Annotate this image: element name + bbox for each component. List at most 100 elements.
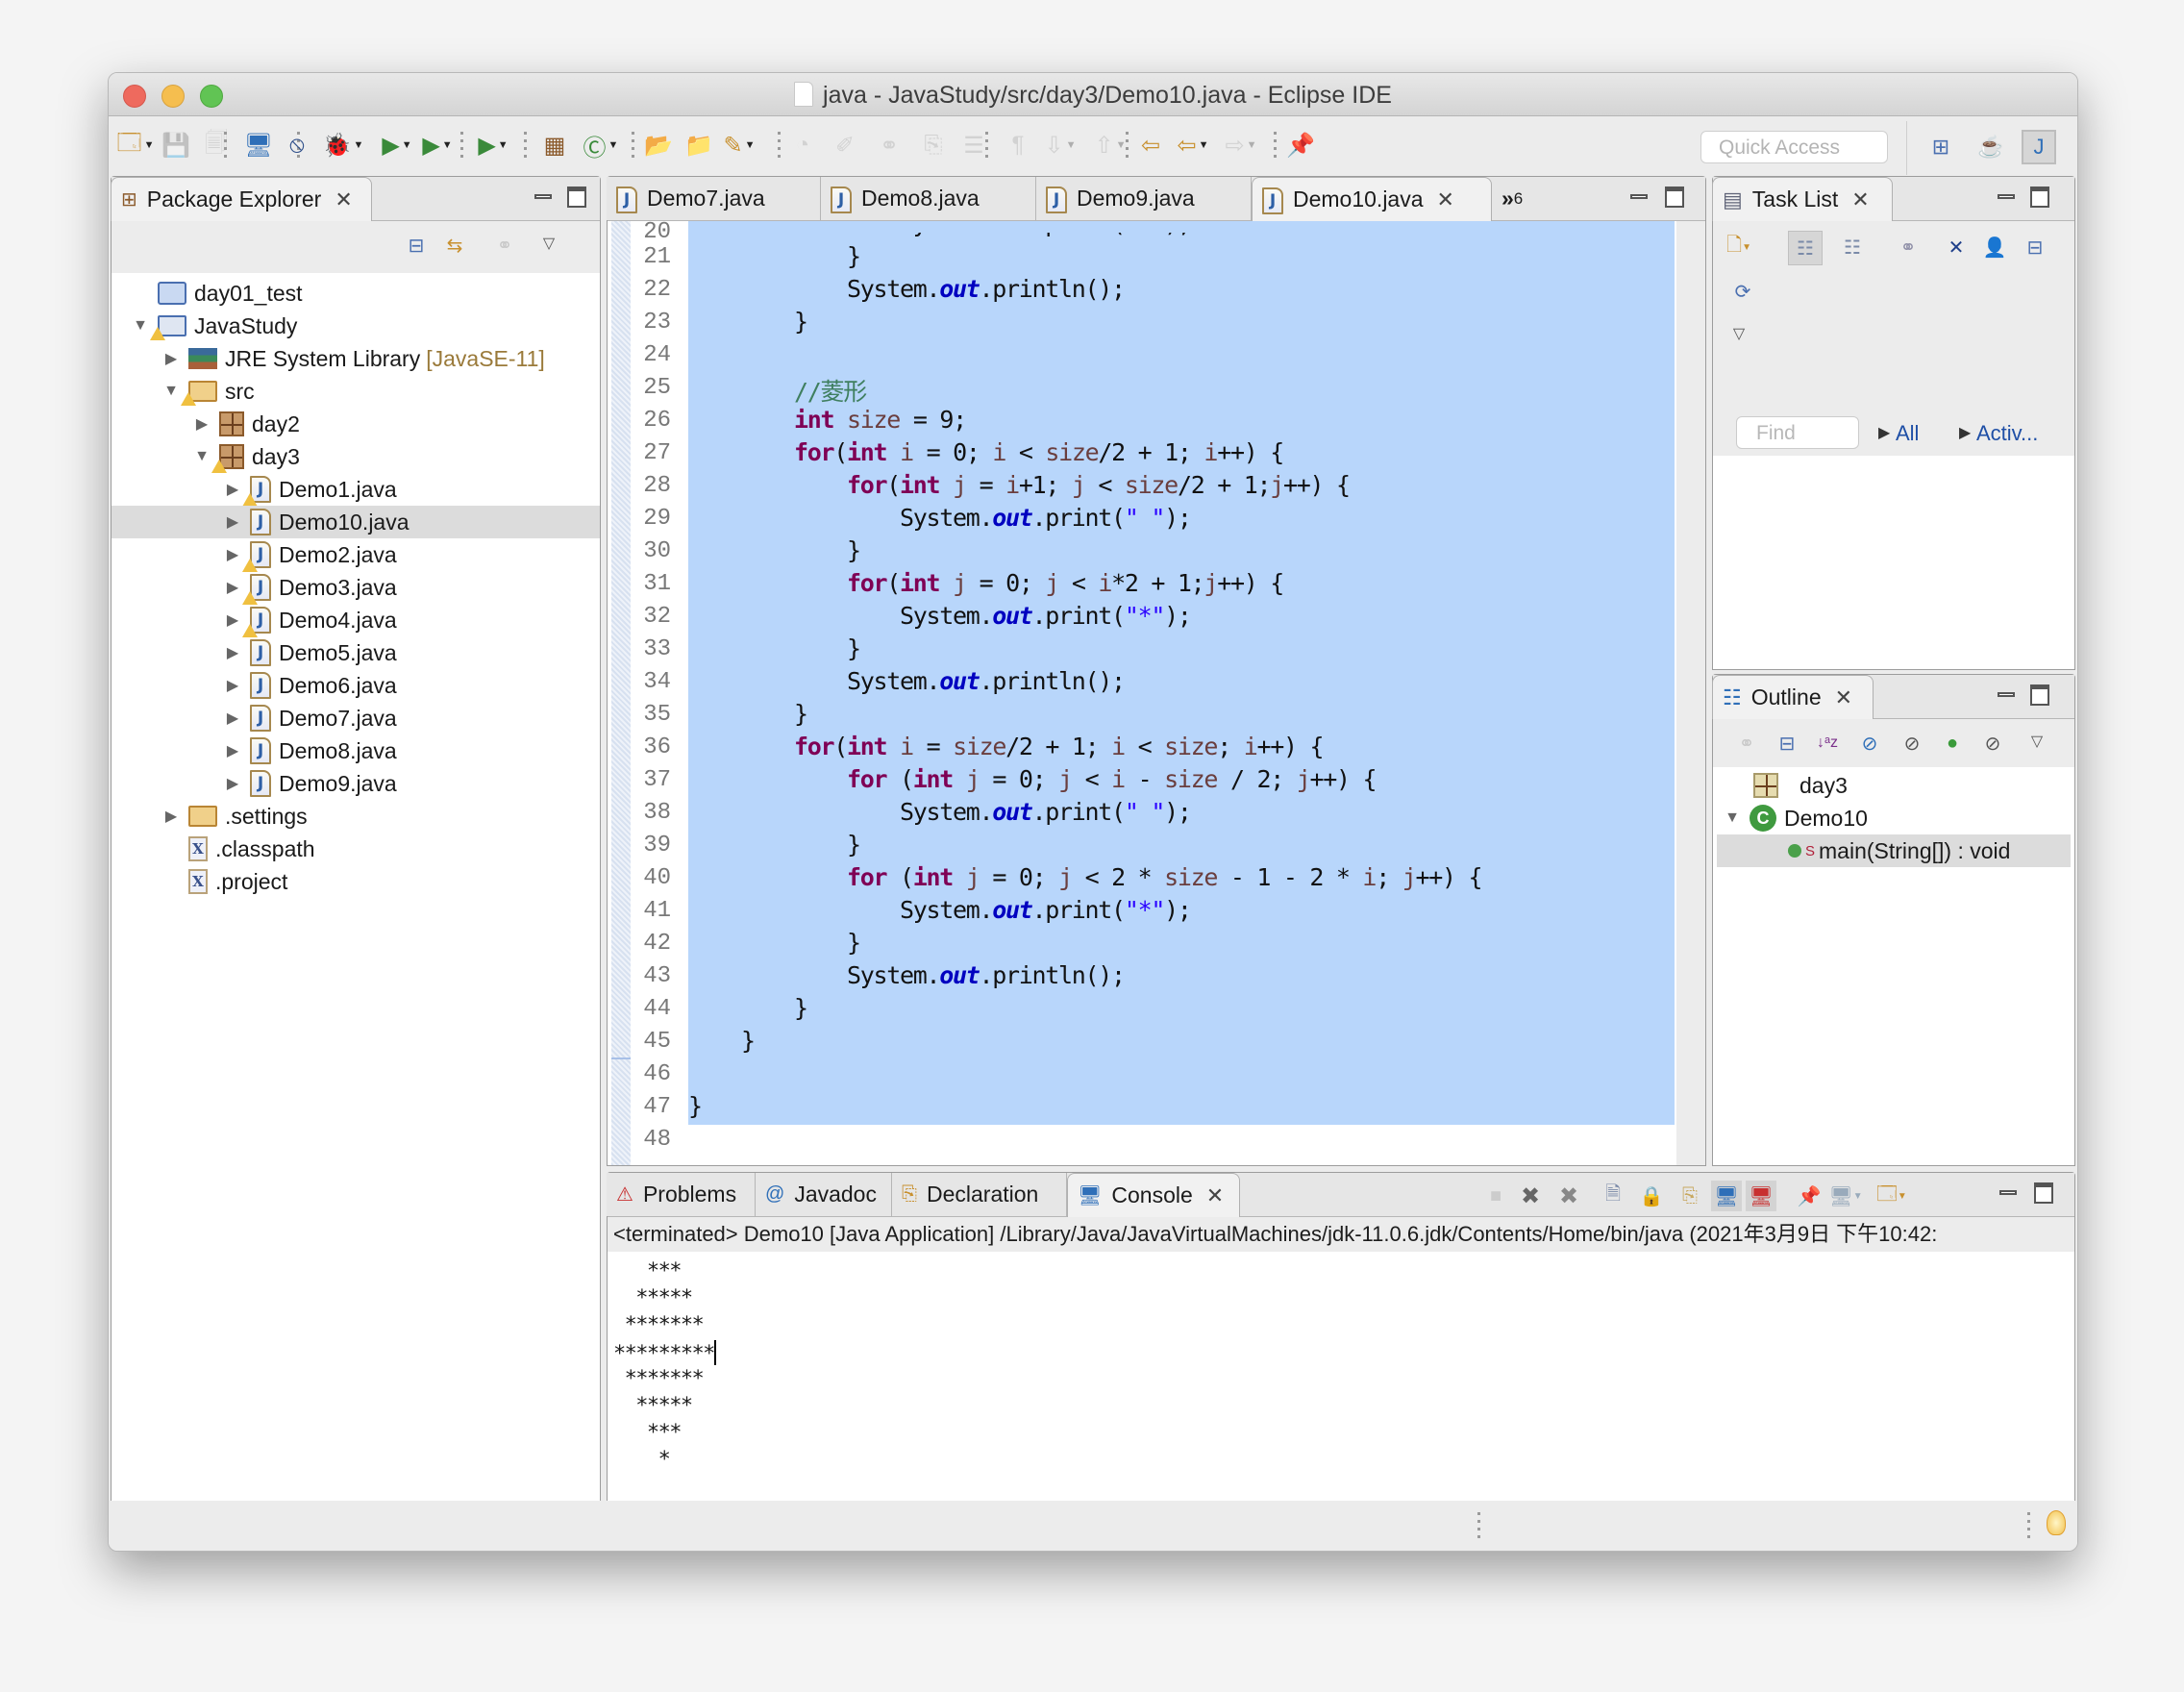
scheduled-icon[interactable]: ☷ — [1836, 231, 1869, 263]
tree-item[interactable]: ▶ J Demo8.java — [112, 734, 600, 767]
tree-item[interactable]: ▶ J Demo3.java — [112, 571, 600, 605]
synchronize-icon[interactable]: ⟳ — [1726, 275, 1759, 308]
tree-item[interactable]: ▶ J Demo5.java — [112, 636, 600, 669]
show-whitespace-button[interactable]: ¶ — [1003, 130, 1033, 161]
tree-item[interactable]: ▼ JavaStudy — [112, 310, 600, 342]
link-with-editor-icon[interactable]: ⇆ — [438, 229, 471, 261]
code-line[interactable]: System.out.print(" "); — [688, 798, 1192, 826]
last-edit-location-button[interactable]: ⇦ — [1135, 130, 1166, 161]
code-line[interactable]: System.out.print(" "); — [688, 504, 1192, 532]
dropdown-arrow-icon[interactable]: ▼ — [498, 139, 509, 151]
show-on-stdout-icon[interactable]: 🖥 — [1711, 1181, 1742, 1211]
search-button[interactable]: ✎ ▼ — [718, 130, 760, 161]
tip-lightbulb-icon[interactable] — [2047, 1510, 2066, 1535]
collapse-all-icon[interactable]: ⊟ — [1771, 727, 1803, 759]
run-button[interactable]: ▶ ▼ — [376, 130, 418, 161]
code-line[interactable]: } — [688, 994, 808, 1022]
save-button[interactable]: 💾 — [161, 130, 191, 161]
minimize-view-button[interactable] — [534, 194, 552, 199]
terminate-icon[interactable]: ■ — [1480, 1181, 1511, 1211]
code-line[interactable]: } — [688, 1027, 756, 1055]
code-line[interactable]: } — [688, 308, 808, 336]
tree-item[interactable]: ▶ J Demo4.java — [112, 604, 600, 637]
previous-annotation-button[interactable]: ⇧ ▼ — [1089, 130, 1131, 161]
hide-local-types-icon[interactable]: ⊘ — [1976, 727, 2009, 759]
tree-item[interactable]: ▶ day2 — [112, 408, 600, 440]
code-line[interactable]: //菱形 — [688, 373, 867, 408]
show-on-stderr-icon[interactable]: 🖥 — [1746, 1181, 1776, 1211]
forward-button[interactable]: ⇨ ▼ — [1220, 130, 1262, 161]
hide-nonpublic-icon[interactable]: ● — [1936, 727, 1969, 759]
focus-icon[interactable]: ⚭ — [1730, 727, 1763, 759]
categorized-icon[interactable]: ☷ — [1788, 231, 1823, 265]
code-line[interactable]: } — [688, 242, 861, 270]
code-line[interactable]: } — [688, 831, 861, 858]
tree-item[interactable]: ▶ .settings — [112, 800, 600, 833]
tree-item[interactable]: ▶ JRE System Library [JavaSE-11] — [112, 342, 600, 375]
expand-arrow-icon[interactable]: ▶ — [225, 610, 240, 630]
outline-item-package[interactable]: day3 — [1713, 769, 2074, 802]
tab-outline[interactable]: ☷ Outline ✕ — [1712, 675, 1874, 719]
expand-arrow-icon[interactable]: ▶ — [163, 349, 179, 368]
java-ee-perspective-button[interactable]: ☕ — [1973, 130, 2008, 164]
dropdown-arrow-icon[interactable]: ▼ — [354, 139, 364, 151]
code-line[interactable]: int size = 9; — [688, 406, 967, 434]
close-icon[interactable]: ✕ — [1851, 187, 1869, 212]
back-button[interactable]: ⇦ ▼ — [1172, 130, 1214, 161]
tree-item[interactable]: ▼ day3 — [112, 440, 600, 473]
expand-arrow-icon[interactable]: ▶ — [225, 578, 240, 597]
expand-arrow-icon[interactable]: ▶ — [225, 480, 240, 499]
show-block-button[interactable]: ⎘ — [918, 130, 949, 161]
dropdown-arrow-icon[interactable]: ▼ — [402, 139, 412, 151]
collapse-arrow-icon[interactable]: ▼ — [163, 383, 179, 400]
maximize-view-button[interactable] — [2034, 1182, 2053, 1204]
bottom-tab-javadoc[interactable]: @ Javadoc — [756, 1173, 892, 1216]
filter-all-link[interactable]: All — [1896, 421, 1919, 446]
tree-item[interactable]: ▼ src — [112, 375, 600, 408]
code-line[interactable]: System.out.print("*"); — [688, 896, 1192, 924]
minimize-view-button[interactable] — [1998, 692, 2015, 697]
minimize-view-button[interactable] — [1999, 1190, 2017, 1195]
expand-arrow-icon[interactable]: ▶ — [225, 545, 240, 564]
code-line[interactable]: System.out.println(); — [688, 961, 1126, 989]
close-icon[interactable]: ✕ — [1835, 685, 1852, 710]
focus-on-active-task-icon[interactable]: ⚭ — [488, 229, 521, 261]
tree-item[interactable]: ▶ J Demo7.java — [112, 702, 600, 734]
terminal-button[interactable]: 🖥 — [243, 130, 274, 161]
new-class-button[interactable]: Ⓒ ▼ — [580, 130, 622, 162]
next-annotation-button[interactable]: ⇩ ▼ — [1039, 130, 1081, 161]
new-package-button[interactable]: ▦ — [539, 130, 570, 161]
toggle-edit-button[interactable]: ✐ — [830, 130, 860, 161]
code-line[interactable]: } — [688, 700, 808, 728]
expand-arrow-icon[interactable]: ▶ — [225, 709, 240, 728]
close-icon[interactable]: ✕ — [1437, 187, 1454, 212]
collapse-all-icon[interactable]: ⊟ — [400, 229, 433, 261]
console-output[interactable]: *** ***** ******* ********* ******* *****… — [608, 1252, 2074, 1501]
tree-item[interactable]: ▶ J Demo1.java — [112, 473, 600, 507]
sort-icon[interactable]: ↓ᵃz — [1811, 727, 1844, 759]
tree-item[interactable]: X .project — [112, 865, 600, 898]
tree-item[interactable]: ▶ J Demo6.java — [112, 669, 600, 702]
clear-console-icon[interactable]: 🗎 — [1598, 1181, 1628, 1211]
code-line[interactable]: System.out.println(); — [688, 667, 1126, 695]
bottom-tab-declaration[interactable]: ⎘ Declaration — [892, 1173, 1067, 1216]
code-line[interactable]: System.out.print("*"); — [688, 602, 1192, 630]
expand-arrow-icon[interactable]: ▶ — [225, 741, 240, 760]
editor-tab[interactable]: J Demo9.java — [1036, 177, 1252, 220]
focus-on-workweek-icon[interactable]: ⚭ — [1892, 231, 1924, 263]
expand-arrow-icon[interactable]: ▶ — [225, 676, 240, 695]
vertical-scrollbar[interactable] — [1676, 221, 1705, 1165]
debug-button[interactable]: 🐞 ▼ — [322, 130, 364, 161]
close-icon[interactable]: ✕ — [1206, 1183, 1224, 1208]
code-line[interactable]: for(int i = 0; i < size/2 + 1; i++) { — [688, 438, 1284, 466]
java-perspective-button[interactable]: J — [2022, 130, 2056, 164]
remove-all-terminated-icon[interactable]: ✖ — [1553, 1181, 1584, 1211]
open-console-icon[interactable]: 🗔 ▼ — [1876, 1181, 1907, 1211]
skip-breakpoints-button[interactable]: ⦸ — [282, 130, 312, 161]
tree-item[interactable]: X .classpath — [112, 833, 600, 865]
editor-tab-overflow[interactable]: » 6 — [1492, 177, 1550, 220]
expand-arrow-icon[interactable]: ▶ — [194, 414, 210, 434]
dropdown-arrow-icon[interactable]: ▼ — [442, 139, 453, 151]
scroll-lock-icon[interactable]: 🔒 — [1636, 1181, 1667, 1211]
code-line[interactable]: } — [688, 634, 861, 662]
